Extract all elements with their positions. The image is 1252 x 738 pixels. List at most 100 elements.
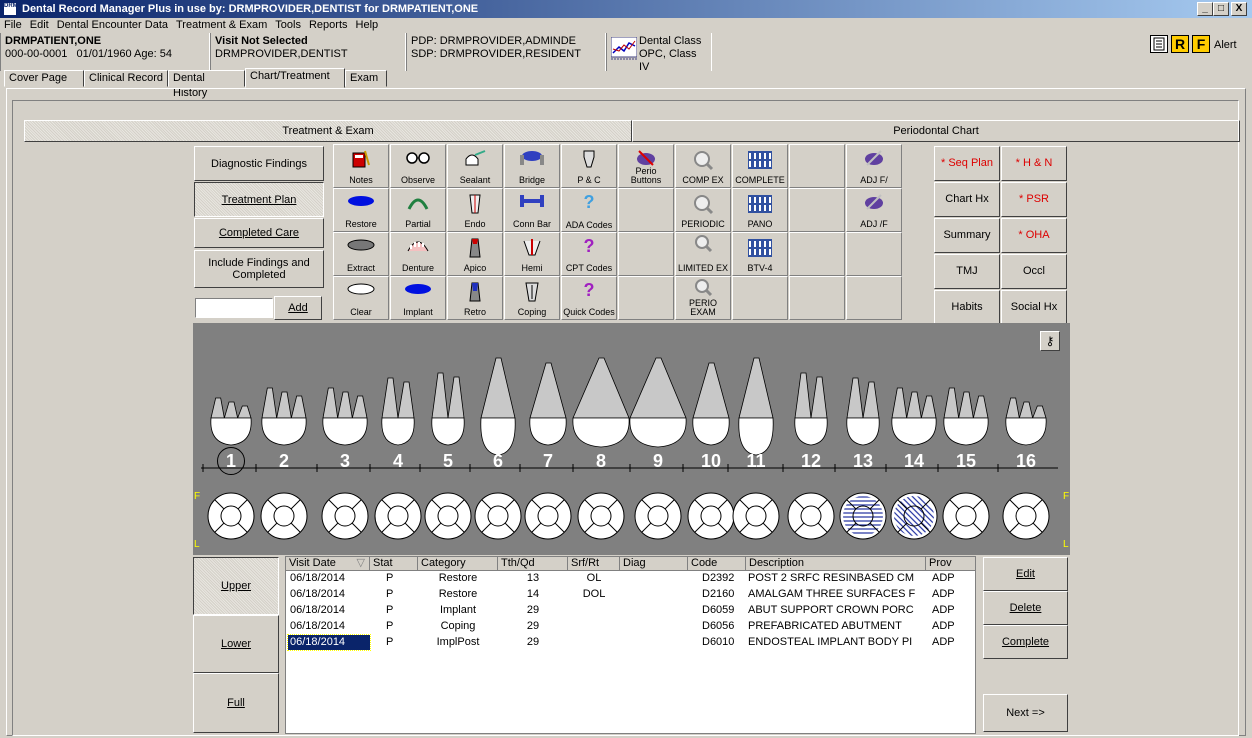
table-row[interactable]: 06/18/2014 P Implant 29 D6059 ABUT SUPPORT CR… [286,603,976,619]
tooth-number[interactable]: 3 [331,451,359,471]
menu-reports[interactable]: Reports [305,18,352,33]
next-button[interactable]: Next => [983,694,1068,732]
pano-tool[interactable]: PANO [732,188,788,232]
r-alert-icon[interactable]: R [1171,35,1189,53]
tooth-number[interactable]: 4 [384,451,412,471]
apico-tool[interactable]: Apico [447,232,503,276]
comp-ex-tool[interactable]: COMP EX [675,144,731,188]
limited-ex-tool[interactable]: LIMITED EX [675,232,731,276]
add-code-input[interactable] [195,298,273,318]
tab-dental-history[interactable]: Dental History [168,70,245,99]
h-and-n-button[interactable]: * H & N [1001,146,1067,181]
alert-label[interactable]: Alert [1214,39,1237,51]
tooth-number[interactable]: 2 [270,451,298,471]
delete-button[interactable]: Delete [983,591,1068,625]
endo-tool[interactable]: Endo [447,188,503,232]
tab-chart-treatment[interactable]: Chart/Treatment [245,68,345,88]
tooth-number[interactable]: 1 [217,447,245,475]
tooth-number[interactable]: 12 [797,451,825,471]
minimize-button[interactable]: _ [1197,2,1213,16]
chart-hx-button[interactable]: Chart Hx [934,182,1000,217]
header-diag[interactable]: Diag [620,557,688,571]
quick-codes-tool[interactable]: ? Quick Codes [561,276,617,320]
summary-button[interactable]: Summary [934,218,1000,253]
social-hx-button[interactable]: Social Hx [1001,290,1067,325]
include-findings-button[interactable]: Include Findings and Completed [194,250,324,288]
lower-arch-button[interactable]: Lower [193,615,279,673]
hemi-tool[interactable]: Hemi [504,232,560,276]
tooth-number[interactable]: 14 [900,451,928,471]
tab-exam[interactable]: Exam [345,70,387,87]
notes-doc-icon[interactable] [1150,35,1168,53]
seq-plan-button[interactable]: * Seq Plan [934,146,1000,181]
menu-file[interactable]: File [0,18,26,33]
tab-cover-page[interactable]: Cover Page [4,70,84,87]
cpt-codes-tool[interactable]: ? CPT Codes [561,232,617,276]
table-row[interactable]: 06/18/2014 P Restore 13 OL D2392 POST 2 SRFC R… [286,571,976,587]
conn-bar-tool[interactable]: Conn Bar [504,188,560,232]
key-icon[interactable]: ⚷ [1040,331,1060,351]
header-prov[interactable]: Prov [926,557,976,571]
full-arch-button[interactable]: Full [193,673,279,733]
visit-info[interactable]: Visit Not Selected DRMPROVIDER,DENTIST [210,33,406,71]
coping-tool[interactable]: Coping [504,276,560,320]
tooth-number[interactable]: 10 [697,451,725,471]
maximize-button[interactable]: □ [1213,2,1229,16]
tooth-number[interactable]: 16 [1012,451,1040,471]
tmj-button[interactable]: TMJ [934,254,1000,289]
clear-tool[interactable]: Clear [333,276,389,320]
menu-dental-encounter[interactable]: Dental Encounter Data [53,18,172,33]
header-visit-date[interactable]: Visit Date ▽ [286,557,370,571]
completed-care-button[interactable]: Completed Care [194,218,324,248]
restore-tool[interactable]: Restore [333,188,389,232]
bridge-tool[interactable]: Bridge [504,144,560,188]
tooth-number[interactable]: 8 [587,451,615,471]
dental-class-info[interactable]: Dental Class OPC, Class IV [606,33,712,73]
oha-button[interactable]: * OHA [1001,218,1067,253]
menu-tools[interactable]: Tools [271,18,305,33]
tooth-number[interactable]: 11 [742,451,770,471]
patient-info[interactable]: DRMPATIENT,ONE 000-00-0001 01/01/1960 Ag… [0,33,210,71]
header-category[interactable]: Category [418,557,498,571]
tooth-number[interactable]: 5 [434,451,462,471]
header-tooth[interactable]: Tth/Qd [498,557,568,571]
header-surface[interactable]: Srf/Rt [568,557,620,571]
header-code[interactable]: Code [688,557,746,571]
p-and-c-tool[interactable]: P & C [561,144,617,188]
add-button[interactable]: Add [274,296,322,320]
psr-button[interactable]: * PSR [1001,182,1067,217]
extract-tool[interactable]: Extract [333,232,389,276]
menu-help[interactable]: Help [352,18,383,33]
diagnostic-findings-button[interactable]: Diagnostic Findings [194,146,324,181]
tooth-chart[interactable]: ⚷ F L F L 1 2 3 4 5 6 7 8 9 10 11 12 13 14 15 16 [193,323,1070,555]
retro-tool[interactable]: Retro [447,276,503,320]
perio-exam-tool[interactable]: PERIO EXAM [675,276,731,320]
table-row[interactable]: 06/18/2014 P Restore 14 DOL D2160 AMALGAM THRE… [286,587,976,603]
tab-periodontal-chart[interactable]: Periodontal Chart [632,120,1240,142]
adj-f2-tool[interactable]: ADJ /F [846,188,902,232]
tooth-number[interactable]: 7 [534,451,562,471]
observe-tool[interactable]: Observe [390,144,446,188]
tooth-number[interactable]: 6 [484,451,512,471]
treatment-grid[interactable]: Visit Date ▽ Stat Category Tth/Qd Srf/Rt … [285,556,976,734]
periodic-tool[interactable]: PERIODIC [675,188,731,232]
tab-treatment-exam[interactable]: Treatment & Exam [24,120,632,142]
complete-tool[interactable]: COMPLETE [732,144,788,188]
provider-info[interactable]: PDP: DRMPROVIDER,ADMINDE SDP: DRMPROVIDE… [406,33,606,71]
btv-4-tool[interactable]: BTV-4 [732,232,788,276]
implant-tool[interactable]: Implant [390,276,446,320]
menu-treatment-exam[interactable]: Treatment & Exam [172,18,271,33]
habits-button[interactable]: Habits [934,290,1000,325]
tooth-number[interactable]: 9 [644,451,672,471]
f-alert-icon[interactable]: F [1192,35,1210,53]
header-stat[interactable]: Stat [370,557,418,571]
table-row[interactable]: 06/18/2014 P ImplPost 29 D6010 ENDOSTEAL IMPL… [286,634,976,651]
sealant-tool[interactable]: Sealant [447,144,503,188]
partial-tool[interactable]: Partial [390,188,446,232]
edit-button[interactable]: Edit [983,557,1068,591]
header-description[interactable]: Description [746,557,926,571]
adj-f-tool[interactable]: ADJ F/ [846,144,902,188]
table-row[interactable]: 06/18/2014 P Coping 29 D6056 PREFABRICATED AB… [286,619,976,635]
tooth-number[interactable]: 15 [952,451,980,471]
close-button[interactable]: X [1231,2,1247,16]
